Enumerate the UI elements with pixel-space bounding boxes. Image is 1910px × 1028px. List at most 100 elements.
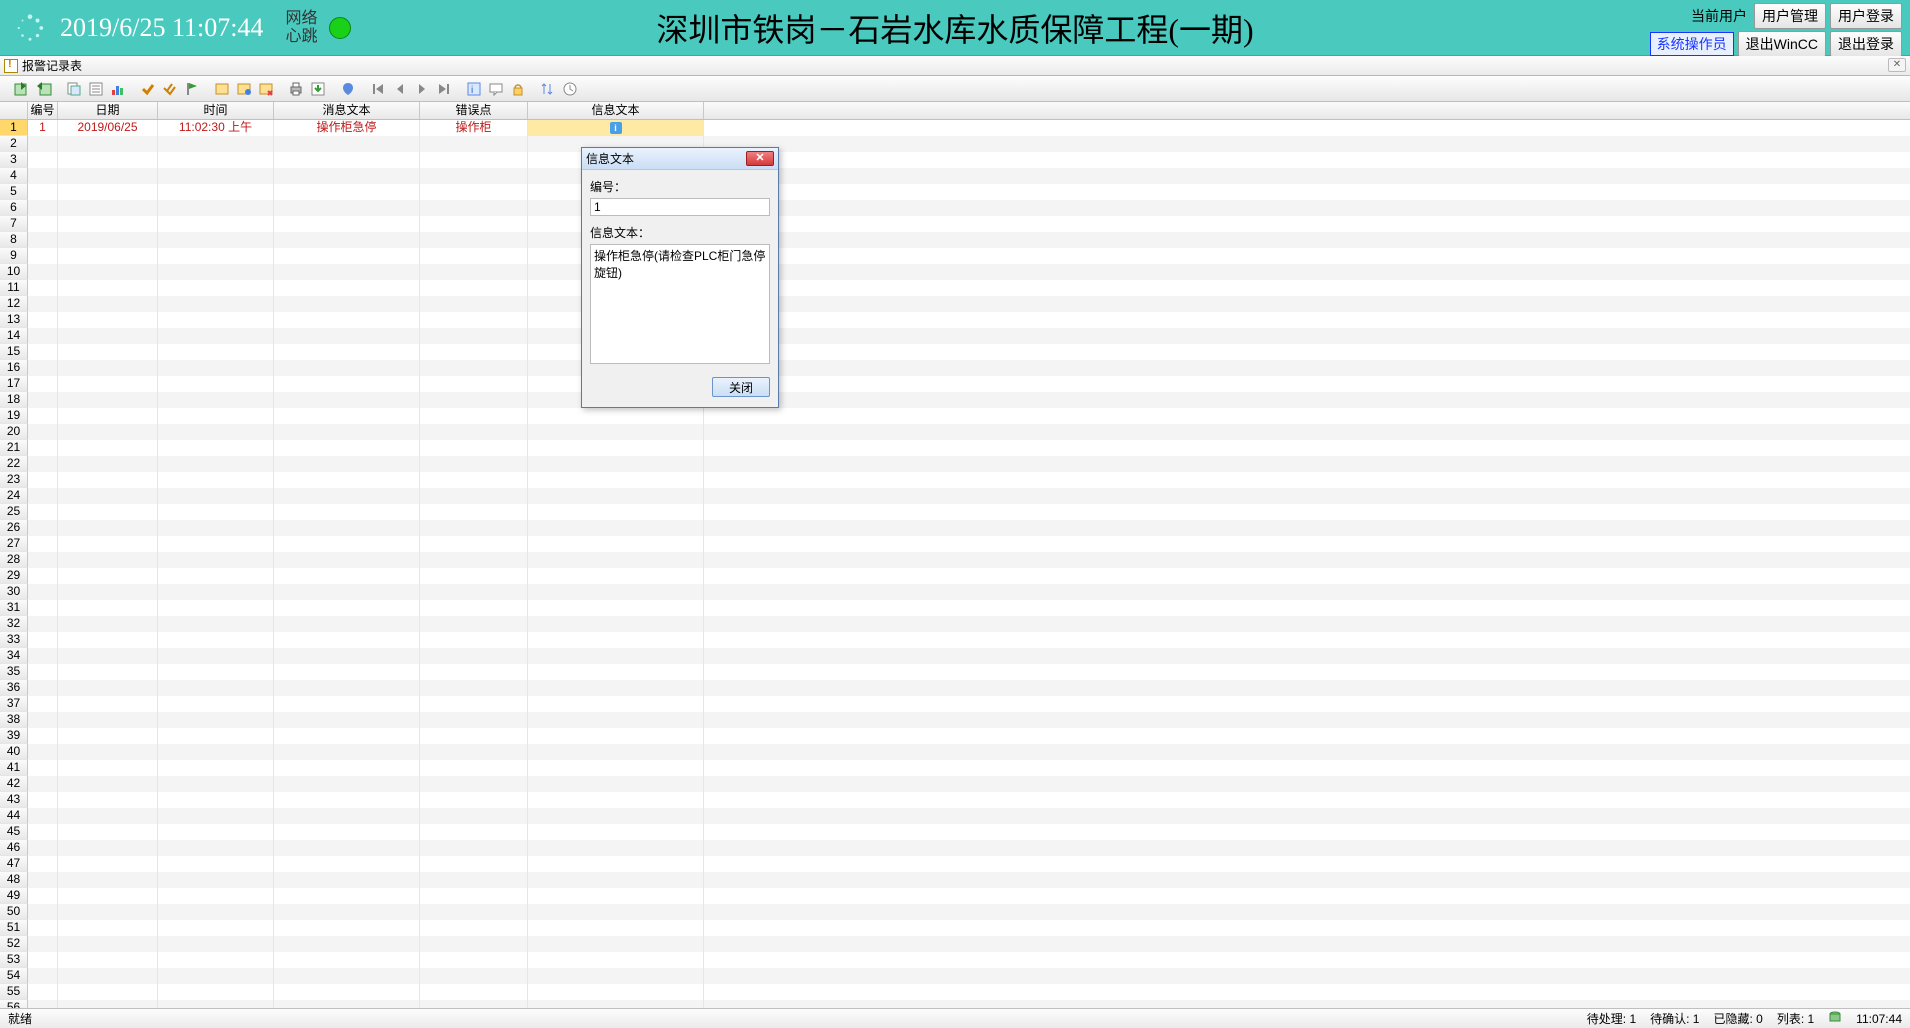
table-row[interactable]: 31 [0,600,1910,616]
col-header-time[interactable]: 时间 [158,102,274,119]
col-header-info[interactable]: 信息文本 [528,102,704,119]
table-row[interactable]: 11 [0,280,1910,296]
table-row[interactable]: 30 [0,584,1910,600]
table-row[interactable]: 45 [0,824,1910,840]
table-row[interactable]: 34 [0,648,1910,664]
dialog-titlebar[interactable]: 信息文本 ✕ [582,148,778,170]
table-row[interactable]: 4 [0,168,1910,184]
network-label: 网络心跳 [285,10,317,46]
table-row[interactable]: 33 [0,632,1910,648]
table-row[interactable]: 35 [0,664,1910,680]
tool-sort-icon[interactable] [538,79,558,99]
table-row[interactable]: 41 [0,760,1910,776]
tool-last-icon[interactable] [434,79,454,99]
col-header-id[interactable]: 编号 [28,102,58,119]
table-row[interactable]: 42 [0,776,1910,792]
tool-comment-icon[interactable] [486,79,506,99]
table-row[interactable]: 27 [0,536,1910,552]
tool-next-icon[interactable] [412,79,432,99]
table-row[interactable]: 112019/06/2511:02:30 上午操作柜急停操作柜i [0,120,1910,136]
tool-ack-all-icon[interactable] [160,79,180,99]
table-row[interactable]: 32 [0,616,1910,632]
table-row[interactable]: 2 [0,136,1910,152]
tool-filter3-icon[interactable] [256,79,276,99]
table-row[interactable]: 29 [0,568,1910,584]
table-row[interactable]: 48 [0,872,1910,888]
table-row[interactable]: 23 [0,472,1910,488]
table-row[interactable]: 13 [0,312,1910,328]
table-row[interactable]: 9 [0,248,1910,264]
table-row[interactable]: 46 [0,840,1910,856]
status-pending: 待处理: 1 [1587,1010,1636,1027]
tool-refresh-out-icon[interactable] [34,79,54,99]
col-header-date[interactable]: 日期 [58,102,158,119]
table-row[interactable]: 54 [0,968,1910,984]
grid-body[interactable]: 112019/06/2511:02:30 上午操作柜急停操作柜i23456789… [0,120,1910,1012]
table-row[interactable]: 49 [0,888,1910,904]
col-header-msg[interactable]: 消息文本 [274,102,420,119]
table-row[interactable]: 3 [0,152,1910,168]
table-row[interactable]: 5 [0,184,1910,200]
tool-copy-icon[interactable] [64,79,84,99]
table-row[interactable]: 7 [0,216,1910,232]
col-header-err[interactable]: 错误点 [420,102,528,119]
tool-ack-icon[interactable] [138,79,158,99]
tool-info-icon[interactable]: i [464,79,484,99]
svg-text:i: i [471,85,473,96]
table-row[interactable]: 18 [0,392,1910,408]
table-row[interactable]: 53 [0,952,1910,968]
table-row[interactable]: 16 [0,360,1910,376]
table-row[interactable]: 38 [0,712,1910,728]
tool-flag-icon[interactable] [182,79,202,99]
table-row[interactable]: 28 [0,552,1910,568]
tool-refresh-in-icon[interactable] [12,79,32,99]
table-row[interactable]: 24 [0,488,1910,504]
tool-prev-icon[interactable] [390,79,410,99]
tool-first-icon[interactable] [368,79,388,99]
panel-close-icon[interactable]: ✕ [1888,58,1906,72]
table-row[interactable]: 22 [0,456,1910,472]
tool-marker-icon[interactable] [338,79,358,99]
table-row[interactable]: 50 [0,904,1910,920]
tool-filter1-icon[interactable] [212,79,232,99]
tool-chart-icon[interactable] [108,79,128,99]
table-row[interactable]: 51 [0,920,1910,936]
table-row[interactable]: 26 [0,520,1910,536]
table-row[interactable]: 14 [0,328,1910,344]
table-row[interactable]: 8 [0,232,1910,248]
table-row[interactable]: 17 [0,376,1910,392]
status-hidden: 已隐藏: 0 [1713,1010,1762,1027]
dialog-close-button[interactable]: 关闭 [712,377,770,397]
table-row[interactable]: 55 [0,984,1910,1000]
tool-export-icon[interactable] [308,79,328,99]
dialog-close-x-icon[interactable]: ✕ [746,151,774,166]
tool-print-icon[interactable] [286,79,306,99]
table-row[interactable]: 37 [0,696,1910,712]
table-row[interactable]: 12 [0,296,1910,312]
tool-time-icon[interactable] [560,79,580,99]
table-row[interactable]: 20 [0,424,1910,440]
table-row[interactable]: 19 [0,408,1910,424]
table-row[interactable]: 15 [0,344,1910,360]
dialog-text-area[interactable] [590,244,770,364]
table-row[interactable]: 25 [0,504,1910,520]
exit-login-button[interactable]: 退出登录 [1830,31,1902,57]
tool-filter2-icon[interactable] [234,79,254,99]
table-row[interactable]: 44 [0,808,1910,824]
table-row[interactable]: 36 [0,680,1910,696]
table-row[interactable]: 39 [0,728,1910,744]
table-row[interactable]: 43 [0,792,1910,808]
table-row[interactable]: 6 [0,200,1910,216]
table-row[interactable]: 21 [0,440,1910,456]
user-login-button[interactable]: 用户登录 [1830,3,1902,29]
current-user-label: 当前用户 [1691,6,1747,26]
table-row[interactable]: 47 [0,856,1910,872]
tool-list-icon[interactable] [86,79,106,99]
user-mgmt-button[interactable]: 用户管理 [1754,3,1826,29]
tool-lock-icon[interactable] [508,79,528,99]
table-row[interactable]: 40 [0,744,1910,760]
exit-wincc-button[interactable]: 退出WinCC [1738,31,1826,57]
dialog-id-input[interactable] [590,198,770,216]
table-row[interactable]: 52 [0,936,1910,952]
table-row[interactable]: 10 [0,264,1910,280]
